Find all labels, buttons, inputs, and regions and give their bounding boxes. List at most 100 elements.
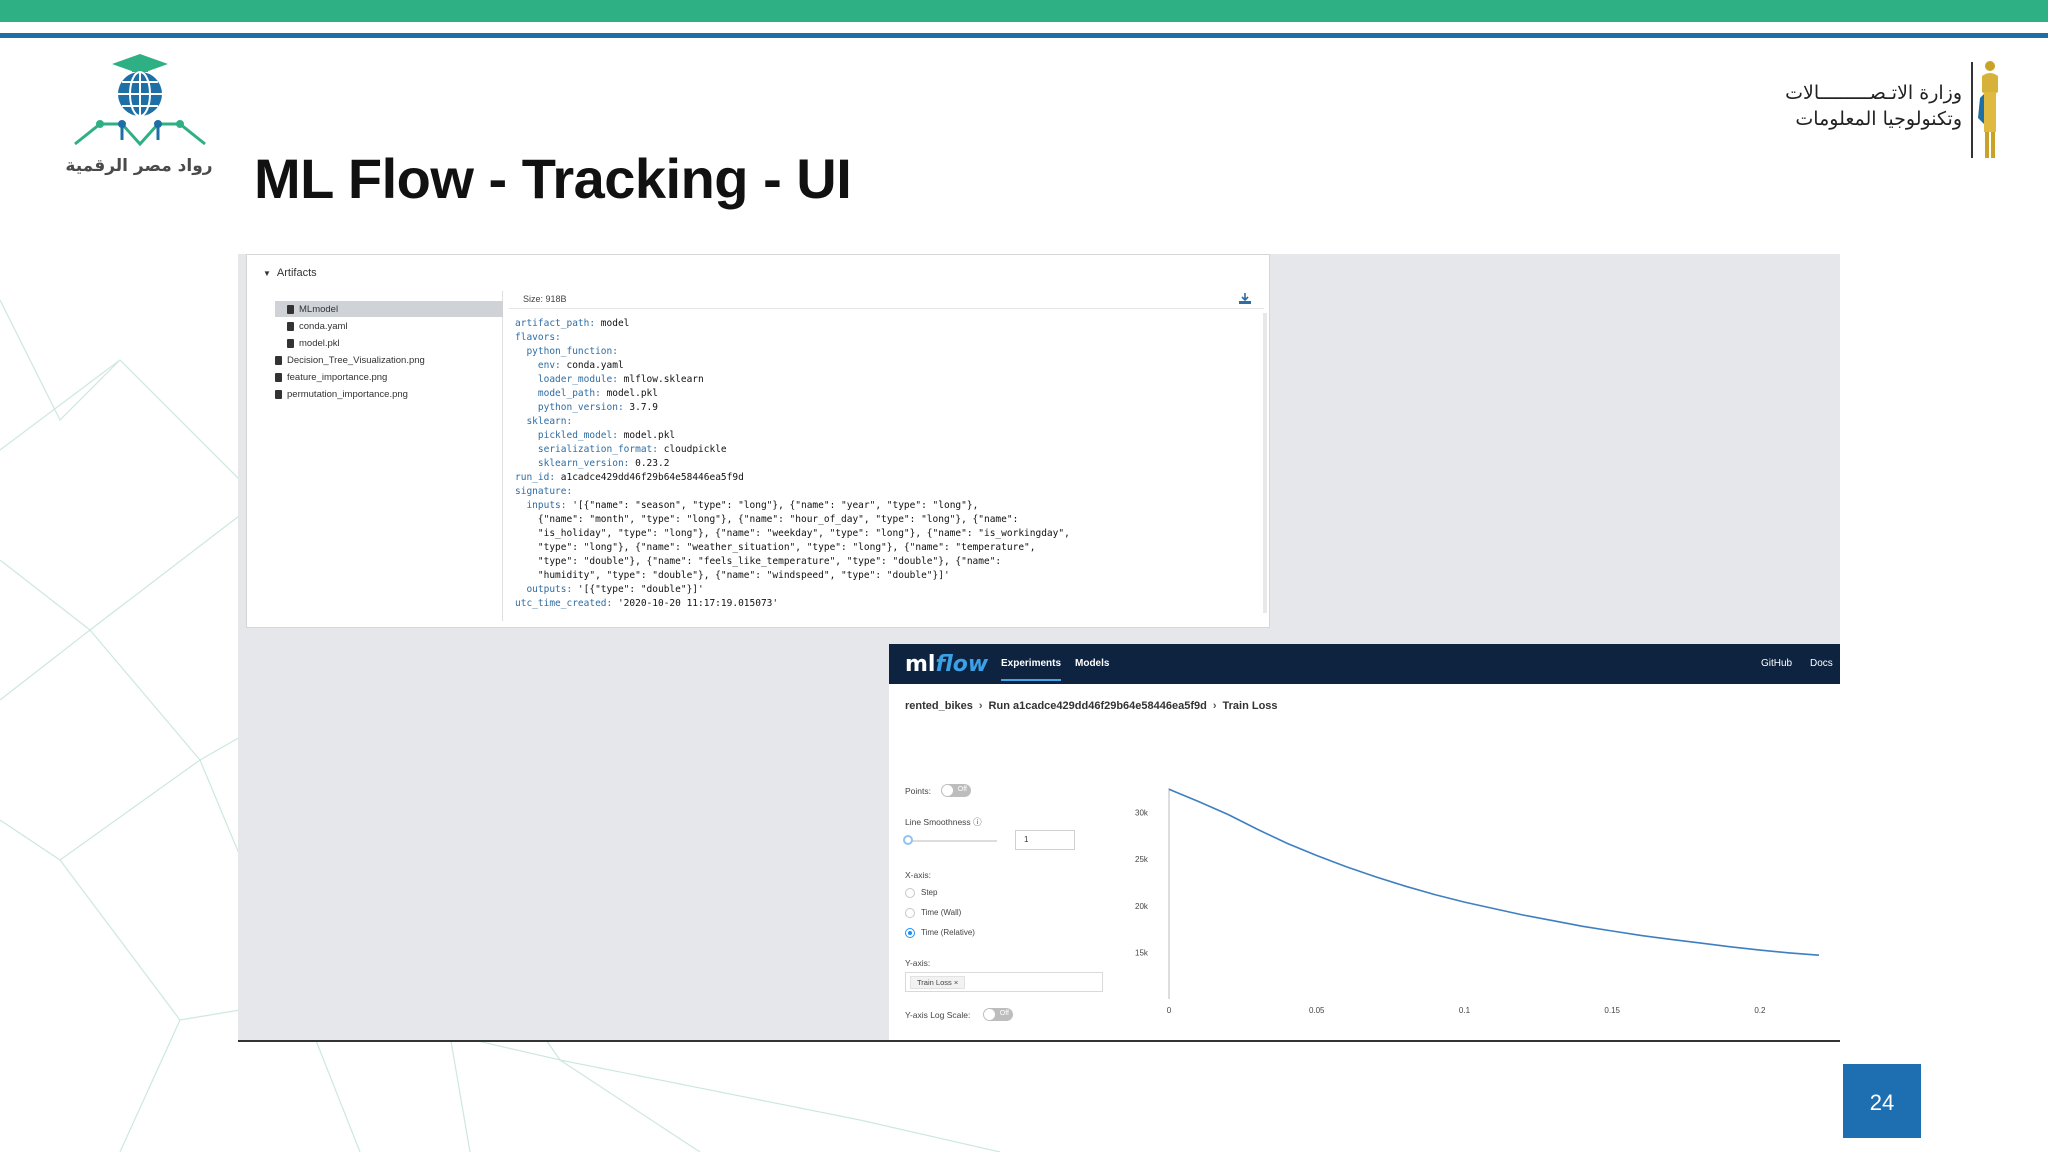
yaml-value: '[{"type": "double"}]' (572, 584, 704, 595)
yaml-line: loader_module: mlflow.sklearn (515, 373, 1255, 387)
yaml-key: run_id: (515, 472, 556, 483)
train-loss-chart[interactable]: 0 0.05 0.1 0.15 0.2 15k 20k 25k 30k (1129, 784, 1829, 1024)
docs-link[interactable]: Docs (1810, 658, 1833, 669)
yaml-line: model_path: model.pkl (515, 387, 1255, 401)
slide-title: ML Flow - Tracking - UI (254, 147, 852, 210)
smoothness-slider-track[interactable] (907, 840, 997, 842)
x-tick-label: 0 (1167, 1006, 1172, 1015)
file-icon (287, 304, 294, 314)
page-number-box: 24 (1843, 1064, 1921, 1138)
toggle-knob (984, 1009, 995, 1020)
artifact-item-conda[interactable]: conda.yaml (287, 318, 348, 334)
yaml-key: signature: (515, 486, 573, 497)
yaml-key: model_path: (515, 388, 601, 399)
toggle-state: Off (957, 786, 967, 793)
yaml-line: outputs: '[{"type": "double"}]' (515, 583, 1255, 597)
yaml-line: "humidity", "type": "double"}, {"name": … (515, 569, 1255, 583)
page-number: 24 (1869, 1090, 1895, 1115)
chevron-right-icon: › (978, 700, 983, 712)
xaxis-option-step[interactable]: Step (921, 888, 937, 897)
artifact-item-permutation-importance[interactable]: permutation_importance.png (275, 386, 408, 402)
tab-experiments[interactable]: Experiments (1001, 658, 1062, 681)
github-link[interactable]: GitHub (1761, 658, 1792, 669)
breadcrumb-metric: Train Loss (1222, 700, 1278, 712)
yaml-line: signature: (515, 485, 1255, 499)
yaml-line: utc_time_created: '2020-10-20 11:17:19.0… (515, 597, 1255, 611)
artifact-item-feature-importance[interactable]: feature_importance.png (275, 369, 387, 385)
yaml-line: inputs: '[{"name": "season", "type": "lo… (515, 499, 1255, 513)
yaxis-select[interactable]: Train Loss × (905, 972, 1103, 992)
yaml-key: sklearn: (515, 416, 573, 427)
ministry-name-line1: وزارة الاتـصـــــــــالات (1785, 82, 1962, 104)
breadcrumb-run[interactable]: Run a1cadce429dd46f29b64e58446ea5f9d (989, 700, 1207, 712)
yaml-line: {"name": "month", "type": "long"}, {"nam… (515, 513, 1255, 527)
artifact-item-model-pkl[interactable]: model.pkl (287, 335, 340, 351)
points-label: Points: (905, 786, 931, 796)
artifact-item-label: Decision_Tree_Visualization.png (287, 354, 425, 366)
yaml-line: sklearn_version: 0.23.2 (515, 457, 1255, 471)
artifact-item-decision-tree[interactable]: Decision_Tree_Visualization.png (275, 352, 425, 368)
yaml-line: "type": "long"}, {"name": "weather_situa… (515, 541, 1255, 555)
yaml-value: model.pkl (617, 430, 676, 441)
file-icon (287, 338, 294, 348)
artifact-size: Size: 918B (523, 294, 567, 304)
series-line-train-loss[interactable] (1168, 788, 1820, 956)
mlflow-logo[interactable]: mlflow (905, 652, 988, 677)
artifacts-header[interactable]: ▼ Artifacts (263, 267, 317, 279)
yaml-value: "humidity", "type": "double"}, {"name": … (515, 570, 950, 581)
artifact-tree: MLmodel conda.yaml model.pkl Decision_Tr… (261, 291, 503, 621)
artifacts-panel: ▼ Artifacts MLmodel conda.yaml model.pkl … (246, 254, 1270, 628)
yaml-key: serialization_format: (515, 444, 658, 455)
yaml-value: model.pkl (600, 388, 658, 399)
yaml-line: pickled_model: model.pkl (515, 429, 1255, 443)
help-icon[interactable]: ⓘ (973, 817, 982, 827)
yaml-line: run_id: a1cadce429dd46f29b64e58446ea5f9d (515, 471, 1255, 485)
points-toggle[interactable]: Off (941, 784, 971, 797)
xaxis-radio-relative[interactable] (905, 928, 915, 938)
yaxis-chip-train-loss[interactable]: Train Loss × (910, 976, 966, 989)
logo-flow: flow (935, 652, 989, 677)
logo-ml: ml (905, 652, 936, 677)
mlflow-metric-page: mlflow Experiments Models GitHub Docs re… (889, 644, 1840, 1042)
yaml-line: python_version: 3.7.9 (515, 401, 1255, 415)
mlmodel-yaml-content: artifact_path: model flavors: python_func… (515, 317, 1255, 611)
x-tick-label: 0.1 (1459, 1006, 1471, 1015)
viewer-scrollbar[interactable] (1263, 313, 1267, 613)
smoothness-slider-handle[interactable] (903, 835, 913, 845)
artifact-item-label: MLmodel (299, 303, 339, 315)
yaml-key: python_version: (515, 402, 624, 413)
file-icon (275, 372, 282, 382)
yaml-value: "type": "double"}, {"name": "feels_like_… (515, 556, 1002, 567)
xaxis-radio-step[interactable] (905, 888, 915, 898)
yaml-value: cloudpickle (658, 444, 727, 455)
chevron-right-icon: › (1212, 700, 1217, 712)
yaml-value: a1cadce429dd46f29b64e58446ea5f9d (555, 472, 744, 483)
yaml-key: sklearn_version: (515, 458, 630, 469)
ministry-emblem-icon (1971, 61, 1998, 158)
xaxis-option-relative[interactable]: Time (Relative) (921, 928, 975, 937)
xaxis-radio-wall[interactable] (905, 908, 915, 918)
yaml-value: mlflow.sklearn (617, 374, 704, 385)
yaml-key: utc_time_created: (515, 598, 613, 609)
smoothness-input[interactable]: 1 (1015, 830, 1075, 850)
artifact-item-mlmodel[interactable]: MLmodel (275, 301, 503, 317)
yaml-value: 0.23.2 (629, 458, 670, 469)
artifact-viewer-header: Size: 918B (509, 291, 1264, 309)
ministry-name-line2: وتكنولوجيا المعلومات (1795, 108, 1962, 130)
screenshot-bottom-rule (238, 1040, 1840, 1042)
file-icon (275, 355, 282, 365)
yaml-line: "type": "double"}, {"name": "feels_like_… (515, 555, 1255, 569)
yaml-key: env: (515, 360, 561, 371)
yaml-line: sklearn: (515, 415, 1255, 429)
tab-models[interactable]: Models (1075, 658, 1109, 669)
yaml-value: '2020-10-20 11:17:19.015073' (612, 598, 779, 609)
caret-down-icon: ▼ (263, 269, 271, 278)
yaml-key: artifact_path: (515, 318, 596, 329)
yaml-value: "type": "long"}, {"name": "weather_situa… (515, 542, 1036, 553)
log-scale-toggle[interactable]: Off (983, 1008, 1013, 1021)
xaxis-option-wall[interactable]: Time (Wall) (921, 908, 961, 917)
artifact-item-label: model.pkl (299, 337, 340, 349)
breadcrumb-experiment[interactable]: rented_bikes (905, 700, 973, 712)
file-icon (287, 321, 294, 331)
download-icon[interactable] (1238, 293, 1252, 305)
